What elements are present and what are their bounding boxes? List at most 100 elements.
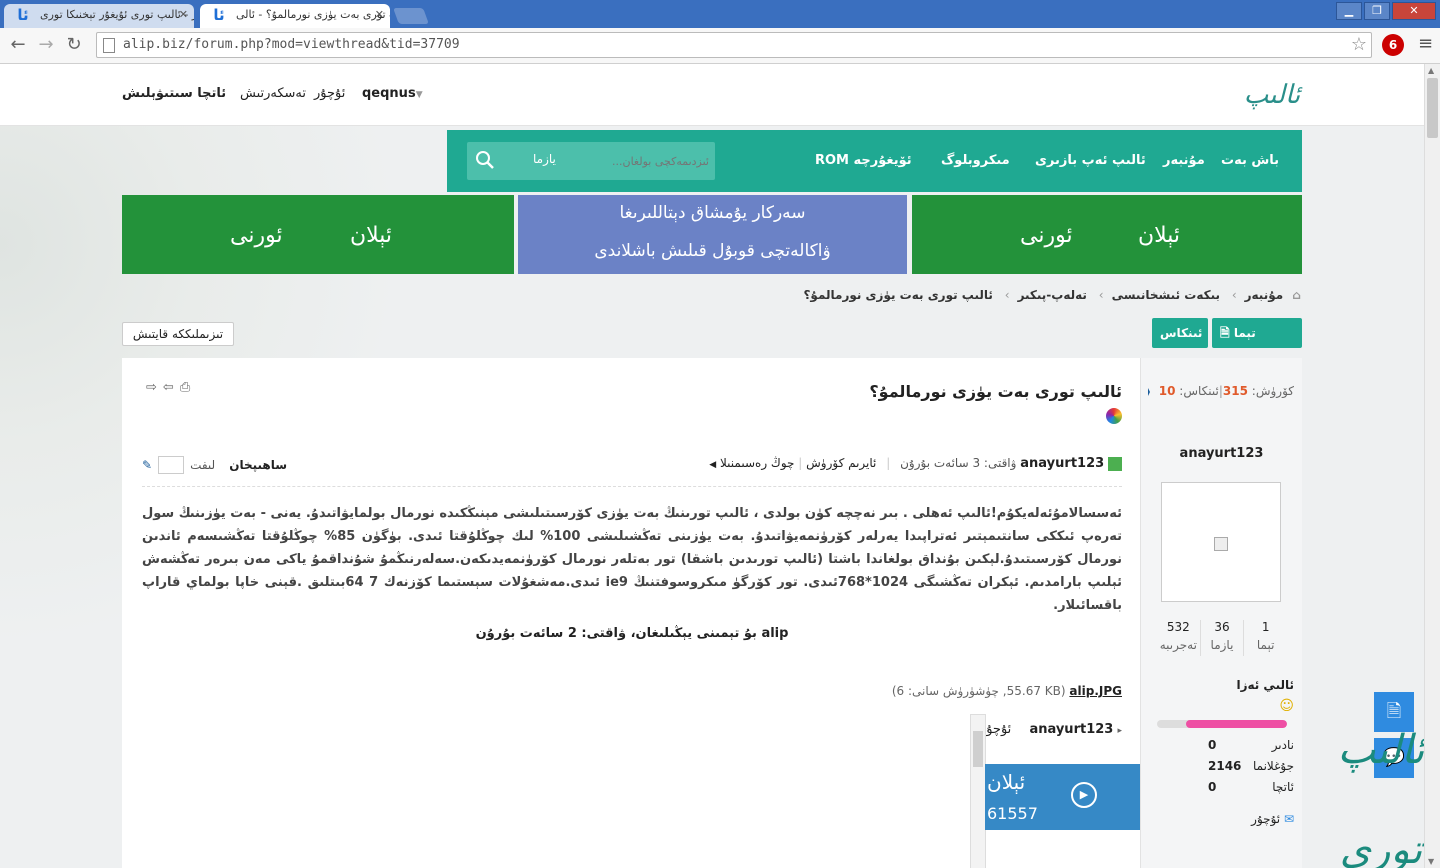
home-icon[interactable]: ⌂ — [1287, 288, 1301, 302]
only-author-link[interactable]: ئايرىم كۆرۈش — [806, 456, 876, 470]
popup-scroll-thumb[interactable] — [973, 731, 983, 767]
jump-label: لىفت — [190, 458, 216, 472]
tab-title: ئالىپ تورى بەت يۈزى نورمالمۇ؟ - ئالى — [236, 8, 390, 21]
new-thread-button[interactable]: 🗎 تېما يوللاش — [1212, 318, 1302, 370]
logout-link[interactable]: ئاتچا سىتىۋېلىش — [122, 86, 226, 101]
detail-row: نادىر 0 — [1208, 738, 1294, 752]
user-menu[interactable]: ▼qeqnus — [362, 86, 427, 101]
message-author-link[interactable]: ✉ ئۇچۇر — [1251, 812, 1294, 826]
search-box: يازما — [467, 142, 715, 180]
host-label: ساھىپخان — [229, 458, 288, 472]
popup-username[interactable]: anayurt123 — [1029, 722, 1113, 737]
close-tab-icon[interactable]: ✕ — [375, 4, 384, 26]
thread-stats: كۆرۈش: 315|ئىنكاس: 10 — [1158, 384, 1294, 398]
breadcrumb-item[interactable]: تەلەپ-پىكىر — [1018, 288, 1087, 302]
tab-title: مۇنبەر - ئالىپ تورى ئۇيغۇر تېخنىكا تورى — [40, 8, 194, 21]
prev-arrow-icon[interactable]: ⇦ — [163, 380, 180, 395]
attachment-meta: (55.67 KB, چۈشۈرۈش سانى: 6) — [891, 684, 1066, 698]
page-viewport: ئالىپ تورى ▼qeqnus ئۇچۇر تەسكەرتىش ئاتچا… — [0, 64, 1424, 868]
maximize-button[interactable]: ❐ — [1364, 2, 1390, 20]
replies-count: 10 — [1158, 384, 1176, 398]
mail-icon: ✉ — [1280, 812, 1294, 826]
ad-text: سەركار يۇمشاق دېتاللىرىغا — [619, 203, 806, 223]
close-window-button[interactable]: ✕ — [1392, 2, 1436, 20]
close-tab-icon[interactable]: ✕ — [179, 4, 188, 26]
tab-forum[interactable]: ئا مۇنبەر - ئالىپ تورى ئۇيغۇر تېخنىكا تو… — [4, 4, 194, 28]
stat-posts[interactable]: 36 يازما — [1199, 620, 1244, 656]
caret-icon: ▸ — [1117, 726, 1122, 736]
ad-banner-left[interactable]: ئورنى ئېلان — [122, 195, 514, 274]
extension-badge-icon[interactable]: 6 — [1382, 34, 1404, 56]
edit-pencil-icon[interactable]: ✎ — [142, 458, 152, 472]
nav-shop[interactable]: ئالىپ ئەپ بازىرى — [1035, 130, 1146, 192]
scroll-up-icon[interactable]: ▲ — [1428, 66, 1434, 75]
chevron-down-icon: ▼ — [415, 90, 423, 100]
online-status-icon — [1108, 456, 1122, 471]
breadcrumb: ⌂ مۇنبەر› بىكەت ئىشخانىسى› تەلەپ-پىكىر› … — [803, 288, 1301, 302]
site-favicon-icon: ئا — [17, 6, 29, 24]
page-icon — [103, 38, 115, 53]
post-content: ئەسسالامۇئەلەيكۇم!ئالىپ ئەھلى . بىر نەچچ… — [142, 506, 1123, 613]
back-to-list-button[interactable]: تىزىملىككە قايتىش — [122, 322, 234, 346]
scroll-thumb[interactable] — [1427, 78, 1438, 138]
member-rank: ئالىي ئەزا — [1236, 678, 1294, 692]
message-link[interactable]: ئۇچۇر — [314, 86, 345, 101]
reply-button[interactable]: ئىنكاس — [1152, 318, 1208, 348]
browser-menu-icon[interactable]: ≡ — [1418, 35, 1433, 53]
tab-thread[interactable]: ئا ئالىپ تورى بەت يۈزى نورمالمۇ؟ - ئالى … — [200, 4, 390, 28]
minimize-button[interactable]: ▁ — [1336, 2, 1362, 20]
post-time: ۋاقتى: 3 سائەت بۇرۇن — [900, 456, 1017, 470]
meta-divider — [142, 486, 1122, 487]
author-sidebar: كۆرۈش: 315|ئىنكاس: 10 anayurt123 1 تېما 3… — [1140, 358, 1302, 868]
ad-banner-right[interactable]: ئورنى ئېلان — [912, 195, 1302, 274]
search-scope-label[interactable]: يازما — [533, 152, 556, 166]
print-icon[interactable]: ⎙ — [180, 380, 196, 395]
replies-label: ئىنكاس: — [1179, 384, 1219, 398]
post-author-link[interactable]: anayurt123 — [1020, 456, 1104, 471]
ad-text: ئېلان — [1138, 223, 1181, 248]
floor-tools: ✎ لىفت ساھىپخان — [142, 456, 287, 474]
smiley-icon: ☺ — [1279, 698, 1294, 714]
username-link[interactable]: qeqnus — [362, 86, 416, 101]
breadcrumb-item[interactable]: مۇنبەر — [1245, 288, 1284, 302]
reload-icon[interactable]: ↻ — [62, 34, 86, 58]
attachment-row: alip.JPG (55.67 KB, چۈشۈرۈش سانى: 6) — [892, 684, 1122, 698]
breadcrumb-item[interactable]: بىكەت ئىشخانىسى — [1112, 288, 1220, 302]
floor-jump-input[interactable] — [158, 456, 185, 474]
attachment-link[interactable]: alip.JPG — [1069, 684, 1122, 698]
thread-panel: كۆرۈش: 315|ئىنكاس: 10 anayurt123 1 تېما 3… — [122, 358, 1302, 868]
forward-icon[interactable]: → — [34, 34, 58, 58]
scroll-down-icon[interactable]: ▼ — [1428, 857, 1434, 866]
site-topbar: ئالىپ تورى ▼qeqnus ئۇچۇر تەسكەرتىش ئاتچا… — [0, 64, 1424, 160]
author-name[interactable]: anayurt123 — [1141, 446, 1302, 461]
popup-scrollbar[interactable] — [970, 714, 986, 868]
bookmark-star-icon[interactable]: ☆ — [1351, 34, 1367, 55]
notifications-link[interactable]: تەسكەرتىش — [240, 86, 306, 101]
stat-threads[interactable]: 1 تېما — [1243, 620, 1287, 656]
search-input[interactable] — [597, 150, 709, 172]
site-favicon-icon: ئا — [213, 6, 225, 24]
new-tab-button[interactable] — [393, 8, 429, 24]
play-icon[interactable]: ▶ — [1071, 782, 1097, 808]
page-scrollbar[interactable]: ▲ ▼ — [1424, 64, 1440, 868]
ad-text: ئورنى — [230, 223, 283, 248]
nav-forum[interactable]: مۇنبەر — [1163, 130, 1205, 192]
watermark-logo: ئالىپ تورى — [1337, 727, 1424, 868]
breadcrumb-item[interactable]: ئالىپ تورى بەت يۈزى نورمالمۇ؟ — [803, 288, 992, 302]
post-meta: anayurt123 ۋاقتى: 3 سائەت بۇرۇن | ئايرىم… — [709, 456, 1122, 471]
attachment-image[interactable]: ئېلان 61557 ▶ — [985, 764, 1140, 830]
site-logo[interactable]: ئالىپ تورى — [1238, 70, 1306, 160]
next-arrow-icon[interactable]: ⇨ — [146, 380, 163, 395]
reverse-order-link[interactable]: چوڭ رەسىمنىلا — [720, 456, 794, 470]
avatar[interactable] — [1161, 482, 1281, 602]
ad-banner-middle[interactable]: سەركار يۇمشاق دېتاللىرىغا ۋاكالەتچى قوبۇ… — [518, 195, 907, 274]
level-progress-fill — [1185, 720, 1287, 728]
url-text[interactable]: alip.biz/forum.php?mod=viewthread&tid=37… — [123, 37, 460, 52]
nav-rom[interactable]: ROM ئۆيغۇرچە — [815, 130, 912, 192]
nav-microblog[interactable]: مىكروبلوگ — [941, 130, 1010, 192]
stat-experience[interactable]: 532 تەجرىبە — [1157, 620, 1200, 656]
address-bar[interactable]: alip.biz/forum.php?mod=viewthread&tid=37… — [96, 32, 1372, 58]
nav-home[interactable]: باش بەت — [1221, 130, 1279, 192]
back-icon[interactable]: ← — [6, 34, 30, 58]
search-icon[interactable] — [475, 150, 495, 170]
